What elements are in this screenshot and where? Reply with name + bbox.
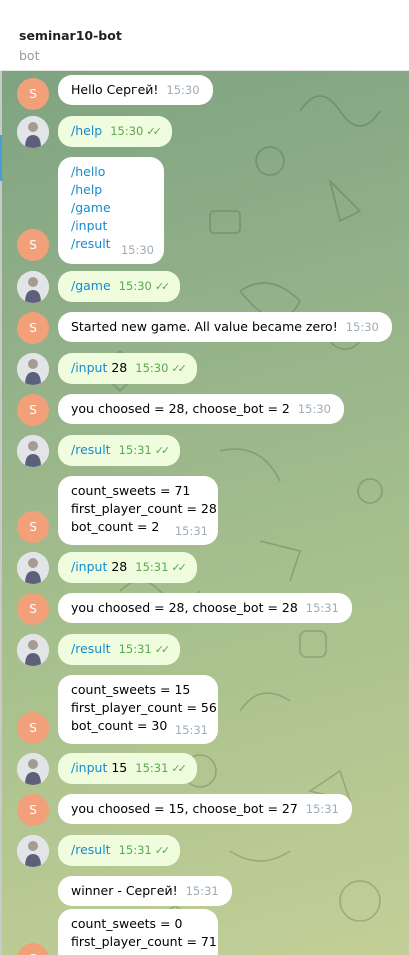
message-time: 15:30: [110, 124, 144, 138]
message-time: 15:31: [135, 560, 169, 574]
message-time: 15:31: [135, 761, 169, 775]
read-checkmarks-icon: ✓✓: [154, 444, 171, 457]
message-time: 15:31: [174, 524, 208, 538]
user-avatar[interactable]: [17, 271, 49, 303]
bot-avatar[interactable]: S: [17, 794, 49, 826]
message-bubble-out[interactable]: /input 15 15:31 ✓✓: [58, 753, 197, 784]
message-bubble-out[interactable]: /game 15:30 ✓✓: [58, 271, 181, 302]
read-checkmarks-icon: ✓✓: [154, 643, 171, 656]
message-time: 15:31: [185, 884, 219, 898]
command-link[interactable]: /game: [71, 199, 151, 217]
command-link[interactable]: /help: [71, 181, 151, 199]
message-text: count_sweets = 71: [71, 483, 191, 498]
message-text: first_player_count = 71: [71, 934, 217, 949]
message-text: Started new game. All value became zero!: [71, 319, 338, 334]
command-link[interactable]: /hello: [71, 163, 151, 181]
user-avatar[interactable]: [17, 753, 49, 785]
user-avatar[interactable]: [17, 353, 49, 385]
message-bubble-out[interactable]: /input 28 15:30 ✓✓: [58, 353, 197, 384]
bot-avatar[interactable]: S: [17, 593, 49, 625]
message-bubble-out[interactable]: /result 15:31 ✓✓: [58, 634, 181, 665]
bot-avatar[interactable]: S: [17, 394, 49, 426]
command-link[interactable]: /input: [71, 559, 107, 574]
message-bubble-in[interactable]: Started new game. All value became zero!…: [58, 312, 392, 342]
message-text: first_player_count = 28: [71, 501, 217, 516]
message-text: winner - Сергей!: [71, 883, 178, 898]
message-bubble-in[interactable]: count_sweets = 0 first_player_count = 71: [58, 909, 218, 955]
command-argument: 28: [111, 360, 128, 375]
user-avatar[interactable]: [17, 835, 49, 867]
command-link[interactable]: /input: [71, 760, 107, 775]
message-bubble-out[interactable]: /result 15:31 ✓✓: [58, 835, 181, 866]
message-bubble-in[interactable]: you choosed = 28, choose_bot = 28 15:31: [58, 593, 352, 623]
message-text: first_player_count = 56: [71, 700, 217, 715]
bot-avatar[interactable]: S: [17, 312, 49, 344]
bot-avatar[interactable]: S: [17, 78, 49, 110]
message-bubble-in[interactable]: /hello /help /game /input /result 15:30: [58, 157, 164, 264]
command-argument: 15: [111, 760, 128, 775]
message-time: 15:30: [166, 83, 200, 97]
message-time: 15:31: [305, 601, 339, 615]
message-time: 15:30: [118, 279, 152, 293]
message-time: 15:31: [118, 443, 152, 457]
message-time: 15:31: [174, 723, 208, 737]
message-time: 15:30: [345, 320, 379, 334]
command-link[interactable]: /result: [71, 641, 111, 656]
command-link[interactable]: /input: [71, 217, 151, 235]
read-checkmarks-icon: ✓✓: [146, 125, 162, 138]
message-bubble-out[interactable]: /result 15:31 ✓✓: [58, 435, 181, 466]
message-bubble-in[interactable]: you choosed = 28, choose_bot = 2 15:30: [58, 394, 344, 424]
bot-avatar[interactable]: S: [17, 229, 49, 261]
command-link[interactable]: /result: [71, 442, 111, 457]
message-time: 15:31: [305, 802, 339, 816]
command-link[interactable]: /input: [71, 360, 107, 375]
bot-avatar[interactable]: S: [17, 712, 49, 744]
read-checkmarks-icon: ✓✓: [154, 844, 171, 857]
user-avatar[interactable]: [17, 552, 49, 584]
user-avatar[interactable]: [17, 634, 49, 666]
active-indicator: [0, 135, 2, 181]
chat-status: bot: [19, 48, 40, 63]
message-time: 15:30: [120, 243, 154, 257]
window-edge: [0, 71, 2, 955]
read-checkmarks-icon: ✓✓: [171, 362, 187, 375]
message-text: you choosed = 15, choose_bot = 27: [71, 801, 298, 816]
chat-header[interactable]: seminar10-bot bot: [0, 0, 409, 71]
chat-title[interactable]: seminar10-bot: [19, 29, 409, 43]
command-link[interactable]: /result: [71, 842, 111, 857]
user-avatar[interactable]: [17, 116, 49, 148]
message-bubble-out[interactable]: /help 15:30 ✓✓: [58, 116, 172, 147]
message-time: 15:30: [297, 402, 331, 416]
user-avatar[interactable]: [17, 435, 49, 467]
message-time: 15:31: [118, 843, 152, 857]
message-bubble-in[interactable]: Hello Сергей! 15:30: [58, 75, 213, 105]
message-text: Hello Сергей!: [71, 82, 159, 97]
message-bubble-in[interactable]: count_sweets = 71 first_player_count = 2…: [58, 476, 218, 545]
message-text: count_sweets = 15: [71, 682, 191, 697]
command-argument: 28: [111, 559, 128, 574]
message-list[interactable]: S Hello Сергей! 15:30 /help 15:30 ✓✓ S /hel…: [0, 71, 409, 955]
message-time: 15:30: [135, 361, 169, 375]
read-checkmarks-icon: ✓✓: [154, 280, 171, 293]
message-text: you choosed = 28, choose_bot = 2: [71, 401, 290, 416]
command-link[interactable]: /game: [71, 278, 111, 293]
message-bubble-in[interactable]: count_sweets = 15 first_player_count = 5…: [58, 675, 218, 744]
message-time: 15:31: [118, 642, 152, 656]
message-text: count_sweets = 0: [71, 916, 183, 931]
bot-avatar[interactable]: S: [17, 511, 49, 543]
read-checkmarks-icon: ✓✓: [171, 762, 187, 775]
message-bubble-in[interactable]: you choosed = 15, choose_bot = 27 15:31: [58, 794, 352, 824]
command-link[interactable]: /help: [71, 123, 102, 138]
bot-avatar[interactable]: S: [17, 943, 49, 955]
message-text: you choosed = 28, choose_bot = 28: [71, 600, 298, 615]
message-bubble-in[interactable]: winner - Сергей! 15:31: [58, 876, 232, 906]
message-bubble-out[interactable]: /input 28 15:31 ✓✓: [58, 552, 197, 583]
read-checkmarks-icon: ✓✓: [171, 561, 187, 574]
